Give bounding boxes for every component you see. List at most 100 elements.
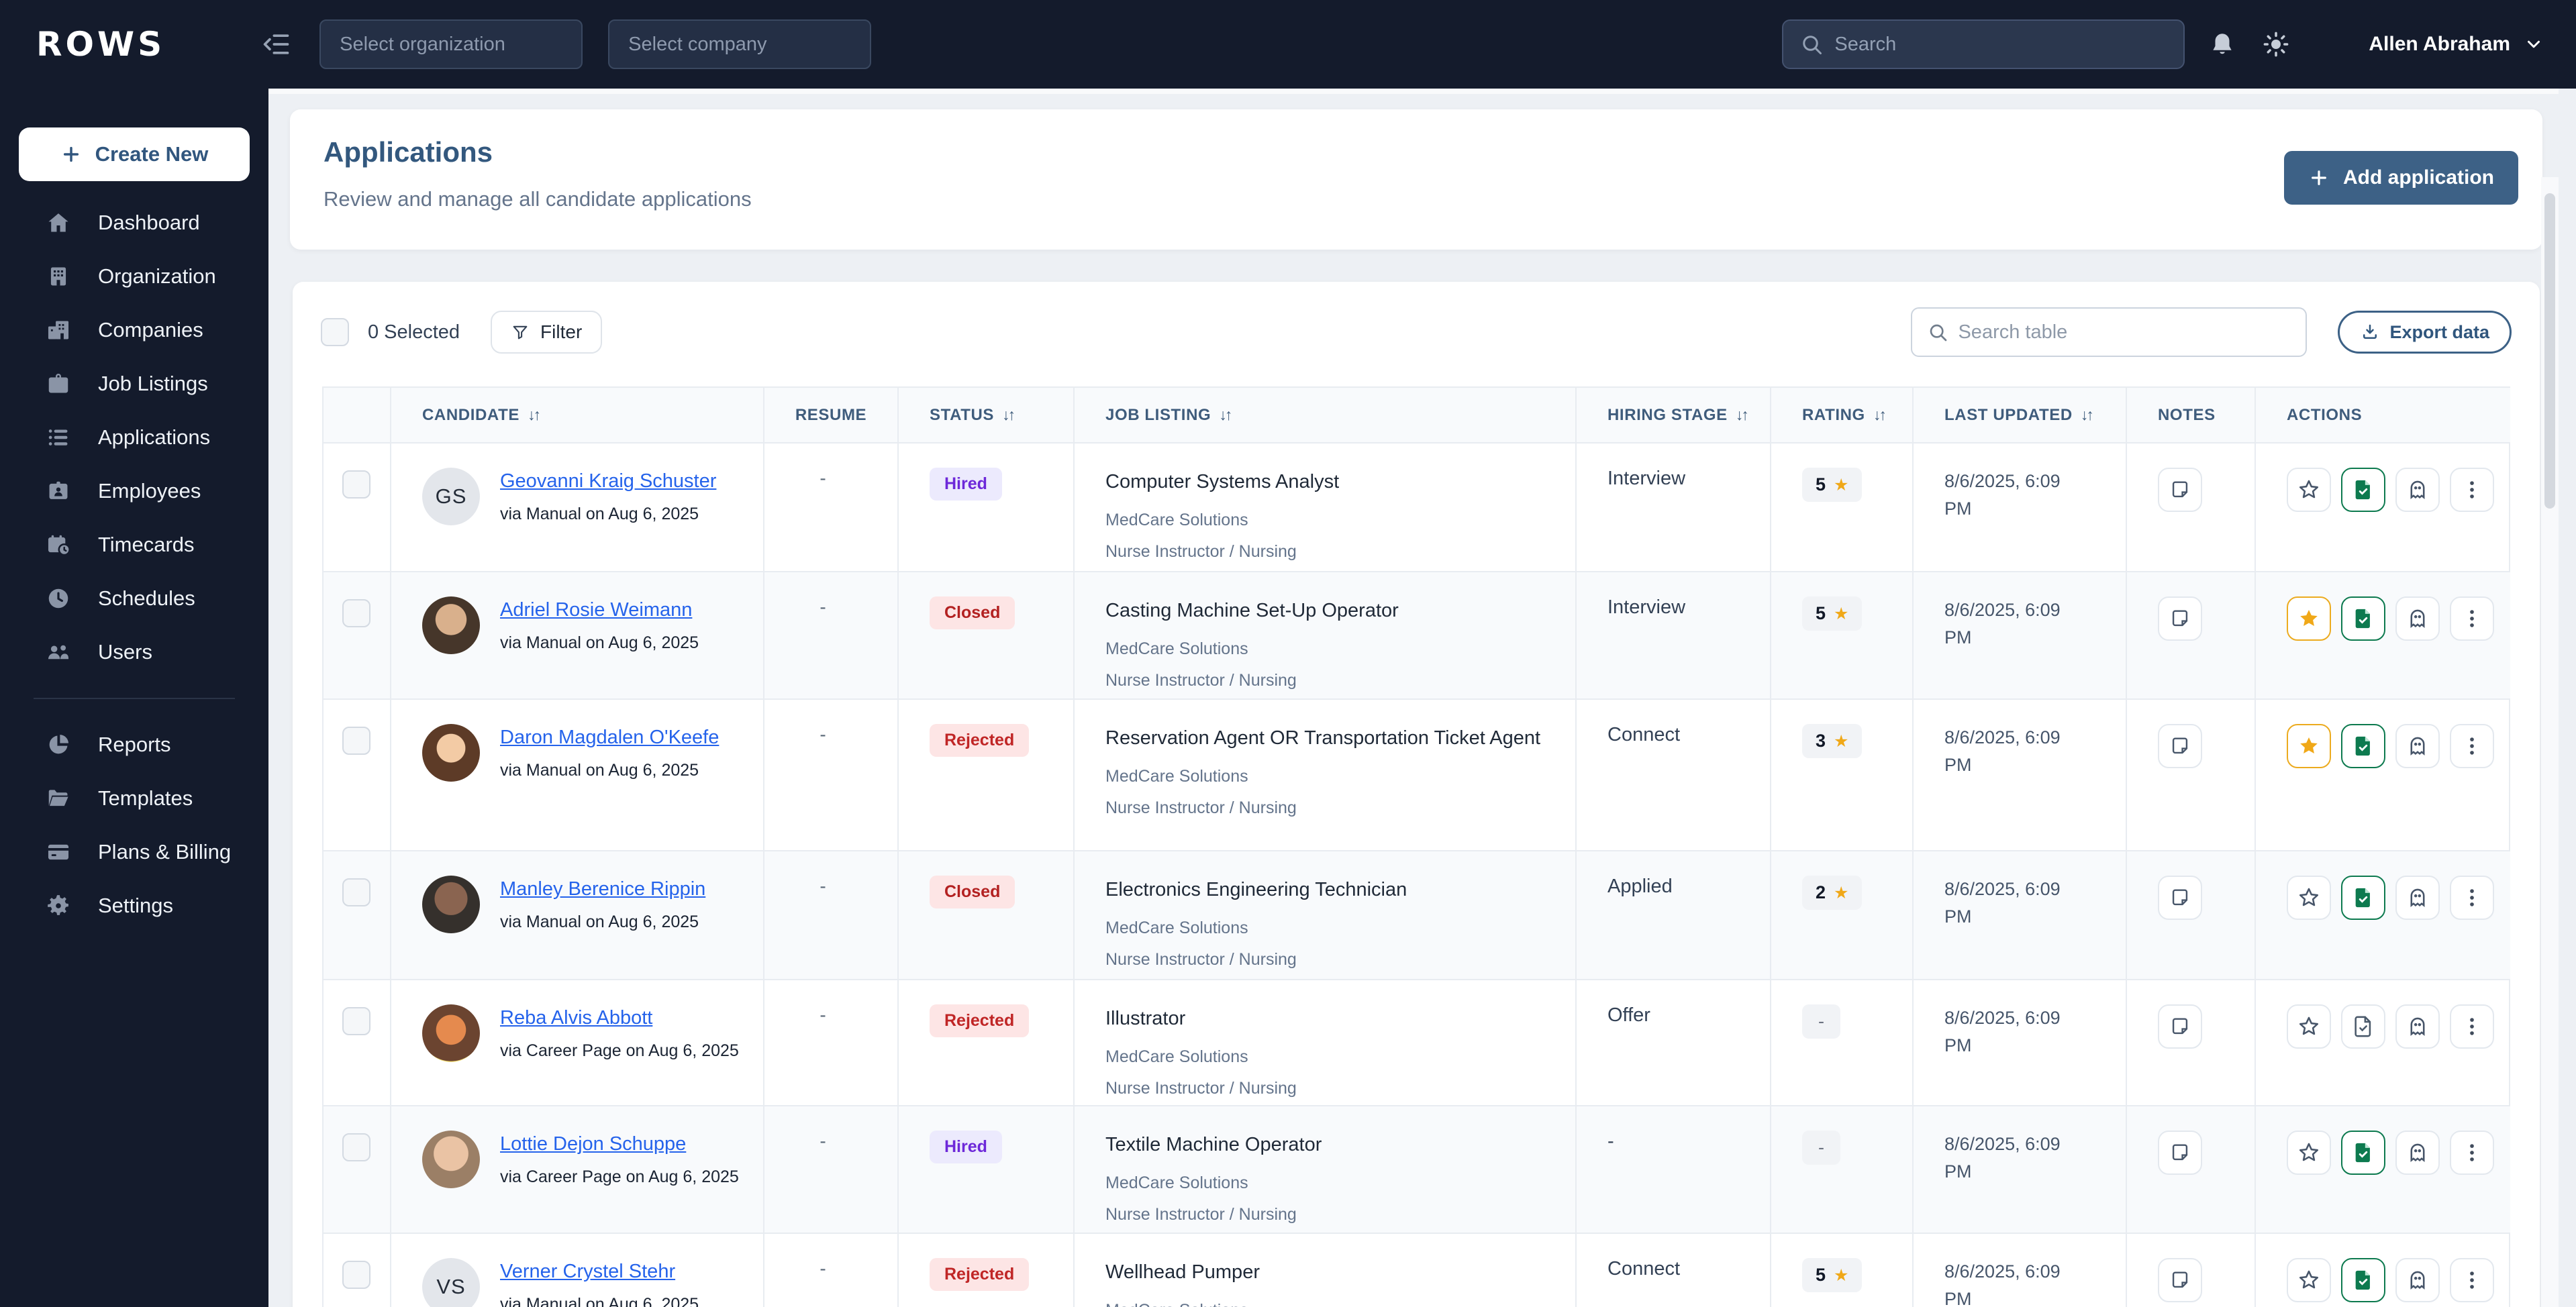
ghost-button[interactable]: [2395, 1131, 2440, 1175]
favorite-button[interactable]: [2287, 1258, 2331, 1302]
resume-status-button[interactable]: [2341, 1004, 2385, 1049]
ghost-button[interactable]: [2395, 1004, 2440, 1049]
row-menu-button[interactable]: [2450, 876, 2494, 920]
candidate-link[interactable]: Manley Berenice Rippin: [500, 876, 705, 900]
row-checkbox[interactable]: [342, 878, 370, 906]
column-header-rating[interactable]: RATING ↓↑: [1770, 388, 1913, 443]
ghost-button[interactable]: [2395, 876, 2440, 920]
filter-button[interactable]: Filter: [491, 311, 603, 354]
candidate-link[interactable]: Geovanni Kraig Schuster: [500, 468, 716, 492]
favorite-button[interactable]: [2287, 1131, 2331, 1175]
avatar-photo: [422, 876, 480, 933]
row-menu-button[interactable]: [2450, 1258, 2494, 1302]
notes-button[interactable]: [2158, 876, 2202, 920]
theme-toggle-button[interactable]: [2260, 28, 2292, 60]
candidate-link[interactable]: Adriel Rosie Weimann: [500, 596, 692, 621]
sidebar-item-schedules[interactable]: Schedules: [0, 572, 268, 625]
global-search[interactable]: [1782, 19, 2185, 69]
resume-status-button[interactable]: [2341, 1131, 2385, 1175]
sidebar-item-templates[interactable]: Templates: [0, 772, 268, 825]
sidebar-item-companies[interactable]: Companies: [0, 303, 268, 357]
resume-status-button[interactable]: [2341, 468, 2385, 512]
candidate-link[interactable]: Reba Alvis Abbott: [500, 1004, 652, 1029]
sidebar-item-reports[interactable]: Reports: [0, 718, 268, 772]
sidebar-item-dashboard[interactable]: Dashboard: [0, 196, 268, 250]
column-header-hiring-stage[interactable]: HIRING STAGE ↓↑: [1575, 388, 1771, 443]
scrollbar-thumb[interactable]: [2544, 193, 2555, 509]
resume-status-button[interactable]: [2341, 1258, 2385, 1302]
sort-icon[interactable]: ↓↑: [1736, 406, 1749, 424]
resume-status-button[interactable]: [2341, 596, 2385, 641]
row-menu-button[interactable]: [2450, 596, 2494, 641]
row-checkbox[interactable]: [342, 1261, 370, 1289]
sidebar-item-employees[interactable]: Employees: [0, 464, 268, 518]
notifications-button[interactable]: [2206, 28, 2238, 60]
create-new-button[interactable]: Create New: [19, 127, 250, 181]
favorite-button[interactable]: [2287, 876, 2331, 920]
column-header-candidate[interactable]: CANDIDATE ↓↑: [390, 388, 764, 443]
notes-button[interactable]: [2158, 724, 2202, 768]
favorite-button[interactable]: [2287, 468, 2331, 512]
job-category: Nurse Instructor / Nursing: [1105, 1079, 1297, 1098]
rating-badge: 5 ★: [1802, 596, 1863, 631]
ghost-button[interactable]: [2395, 724, 2440, 768]
job-company: MedCare Solutions: [1105, 767, 1248, 786]
sort-icon[interactable]: ↓↑: [1873, 406, 1887, 424]
table-row: Lottie Dejon Schuppe via Career Page on …: [324, 1106, 2510, 1233]
sidebar-item-timecards[interactable]: Timecards: [0, 518, 268, 572]
ghost-button[interactable]: [2395, 596, 2440, 641]
notes-button[interactable]: [2158, 1258, 2202, 1302]
sidebar-collapse-button[interactable]: [259, 27, 294, 62]
ghost-icon: [2410, 609, 2425, 629]
company-select[interactable]: Select company: [608, 19, 872, 69]
sidebar-item-plans-billing[interactable]: Plans & Billing: [0, 825, 268, 879]
row-checkbox[interactable]: [342, 1133, 370, 1161]
column-header-job-listing[interactable]: JOB LISTING ↓↑: [1073, 388, 1576, 443]
favorite-button[interactable]: [2287, 724, 2331, 768]
column-header-last-updated[interactable]: LAST UPDATED ↓↑: [1912, 388, 2126, 443]
sidebar-item-organization[interactable]: Organization: [0, 250, 268, 303]
row-menu-button[interactable]: [2450, 1131, 2494, 1175]
sidebar-item-applications[interactable]: Applications: [0, 411, 268, 464]
candidate-link[interactable]: Lottie Dejon Schuppe: [500, 1131, 686, 1155]
ghost-button[interactable]: [2395, 1258, 2440, 1302]
folder-icon: [46, 786, 71, 811]
row-menu-button[interactable]: [2450, 1004, 2494, 1049]
sidebar-item-settings[interactable]: Settings: [0, 879, 268, 933]
sort-icon[interactable]: ↓↑: [1219, 406, 1232, 424]
row-checkbox[interactable]: [342, 599, 370, 627]
favorite-button[interactable]: [2287, 596, 2331, 641]
user-menu[interactable]: Allen Abraham: [2314, 23, 2544, 65]
status-badge: Closed: [930, 596, 1015, 629]
table-search[interactable]: [1911, 307, 2308, 357]
table-toolbar: 0 Selected Filter Export data: [293, 282, 2540, 376]
resume-status-button[interactable]: [2341, 876, 2385, 920]
table-search-input[interactable]: [1958, 321, 2274, 344]
column-header-status[interactable]: STATUS ↓↑: [897, 388, 1074, 443]
row-menu-button[interactable]: [2450, 724, 2494, 768]
notes-button[interactable]: [2158, 468, 2202, 512]
add-application-button[interactable]: Add application: [2284, 151, 2518, 205]
sidebar-item-job-listings[interactable]: Job Listings: [0, 357, 268, 411]
notes-button[interactable]: [2158, 1131, 2202, 1175]
row-checkbox[interactable]: [342, 1007, 370, 1035]
sidebar-item-users[interactable]: Users: [0, 625, 268, 679]
favorite-button[interactable]: [2287, 1004, 2331, 1049]
row-checkbox[interactable]: [342, 727, 370, 755]
export-data-button[interactable]: Export data: [2338, 311, 2512, 354]
resume-status-button[interactable]: [2341, 724, 2385, 768]
global-search-input[interactable]: [1834, 33, 2157, 56]
notes-button[interactable]: [2158, 596, 2202, 641]
ghost-icon: [2410, 480, 2425, 500]
ghost-button[interactable]: [2395, 468, 2440, 512]
candidate-link[interactable]: Daron Magdalen O'Keefe: [500, 724, 719, 749]
sort-icon[interactable]: ↓↑: [528, 406, 541, 424]
organization-select[interactable]: Select organization: [319, 19, 583, 69]
candidate-link[interactable]: Verner Crystel Stehr: [500, 1258, 675, 1283]
row-menu-button[interactable]: [2450, 468, 2494, 512]
select-all-checkbox[interactable]: [321, 318, 349, 346]
sort-icon[interactable]: ↓↑: [2081, 406, 2094, 424]
sort-icon[interactable]: ↓↑: [1002, 406, 1015, 424]
notes-button[interactable]: [2158, 1004, 2202, 1049]
row-checkbox[interactable]: [342, 470, 370, 499]
